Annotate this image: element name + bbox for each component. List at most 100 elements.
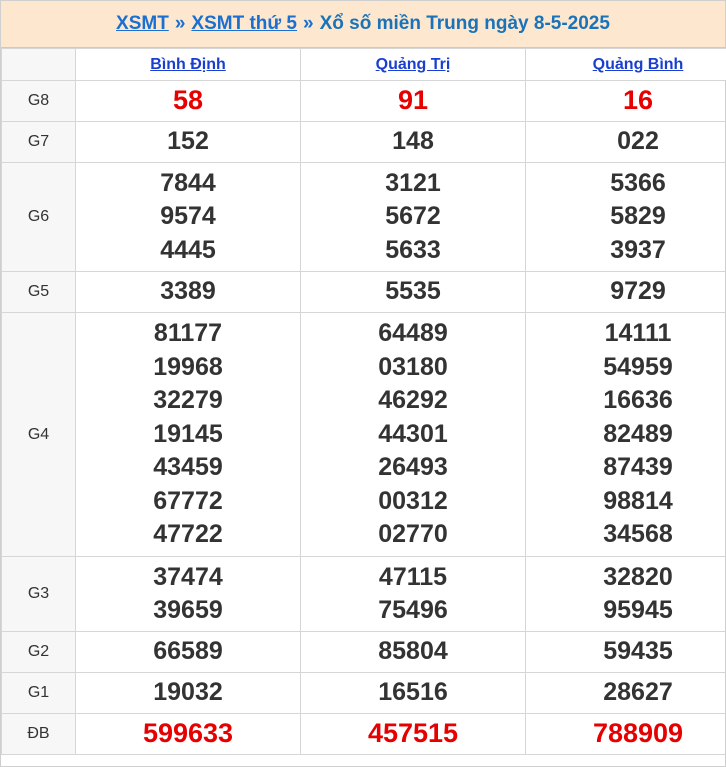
prize-cell: 47115 75496	[300, 556, 526, 632]
prize-number: 46292	[378, 386, 448, 415]
prize-cell: 599633	[75, 713, 301, 755]
breadcrumb-separator: »	[303, 13, 314, 34]
prize-cell: 7844 9574 4445	[75, 162, 301, 272]
prize-number: 599633	[142, 718, 234, 749]
prize-number: 98814	[603, 486, 673, 515]
prize-number: 3937	[610, 235, 666, 264]
prize-number: 16	[622, 85, 654, 116]
prize-label: G6	[1, 162, 76, 272]
prize-row: ĐB 599633 457515 788909	[1, 713, 726, 755]
prize-number: 9574	[160, 202, 216, 231]
prize-cell: 91	[300, 80, 526, 122]
prize-number: 457515	[367, 718, 459, 749]
prize-number: 75496	[378, 596, 448, 624]
prize-cell: 85804	[300, 631, 526, 673]
prize-number: 32279	[153, 386, 223, 415]
prize-number: 37474	[153, 562, 223, 591]
prize-row: G1 19032 16516 28627	[1, 672, 726, 714]
prize-number: 47722	[153, 520, 223, 549]
prize-number: 03180	[378, 352, 448, 381]
province-header: Bình Định	[75, 48, 301, 81]
header-blank-cell	[1, 48, 76, 81]
prize-number: 022	[617, 127, 659, 156]
prize-number: 7844	[160, 168, 216, 197]
prize-cell: 28627	[525, 672, 726, 714]
prize-number: 9729	[610, 277, 666, 306]
province-link-quang-tri[interactable]: Quảng Trị	[376, 56, 451, 73]
province-header: Quảng Trị	[300, 48, 526, 81]
prize-number: 91	[397, 85, 429, 116]
breadcrumb-link-xsmt-thu5[interactable]: XSMT thứ 5	[191, 13, 297, 35]
prize-cell: 59435	[525, 631, 726, 673]
prize-cell: 64489 03180 46292 44301 26493 00312 02770	[300, 312, 526, 557]
prize-cell: 66589	[75, 631, 301, 673]
prize-cell: 16516	[300, 672, 526, 714]
prize-number: 788909	[592, 718, 684, 749]
prize-row: G5 3389 5535 9729	[1, 271, 726, 313]
prize-number: 5829	[610, 202, 666, 231]
prize-cell: 457515	[300, 713, 526, 755]
breadcrumb-link-xsmt[interactable]: XSMT	[116, 13, 169, 35]
prize-number: 44301	[378, 419, 448, 448]
province-header-row: Bình Định Quảng Trị Quảng Bình	[1, 48, 726, 81]
prize-cell: 022	[525, 121, 726, 163]
breadcrumb: XSMT » XSMT thứ 5 » Xổ số miền Trung ngà…	[1, 1, 725, 48]
prize-number: 152	[167, 127, 209, 156]
prize-label: G2	[1, 631, 76, 673]
prize-number: 34568	[603, 520, 673, 549]
prize-number: 00312	[378, 486, 448, 515]
prize-number: 4445	[160, 235, 216, 264]
prize-number: 64489	[378, 319, 448, 348]
prize-number: 19968	[153, 352, 223, 381]
prize-number: 81177	[153, 319, 223, 348]
results-panel: XSMT » XSMT thứ 5 » Xổ số miền Trung ngà…	[0, 0, 726, 767]
prize-cell: 5535	[300, 271, 526, 313]
prize-number: 19145	[153, 419, 223, 448]
prize-cell: 58	[75, 80, 301, 122]
prize-label: ĐB	[1, 713, 76, 755]
prize-cell: 16	[525, 80, 726, 122]
prize-number: 59435	[603, 637, 673, 666]
prize-cell: 32820 95945	[525, 556, 726, 632]
prize-cell: 5366 5829 3937	[525, 162, 726, 272]
prize-label: G4	[1, 312, 76, 557]
province-link-quang-binh[interactable]: Quảng Bình	[593, 56, 684, 73]
prize-number: 16636	[603, 386, 673, 415]
prize-cell: 3121 5672 5633	[300, 162, 526, 272]
prize-number: 85804	[378, 637, 448, 666]
province-header: Quảng Bình	[525, 48, 726, 81]
prize-cell: 14111 54959 16636 82489 87439 98814 34568	[525, 312, 726, 557]
prize-row: G7 152 148 022	[1, 121, 726, 163]
prize-number: 67772	[153, 486, 223, 515]
prize-number: 95945	[603, 596, 673, 624]
prize-number: 148	[392, 127, 434, 156]
prize-row: G6 7844 9574 4445 3121 5672 5633 5366 5829 3937	[1, 162, 726, 272]
prize-number: 16516	[378, 678, 448, 707]
prize-number: 82489	[603, 419, 673, 448]
prize-number: 5672	[385, 202, 441, 231]
prize-label: G5	[1, 271, 76, 313]
prize-number: 58	[172, 85, 204, 116]
prize-label: G1	[1, 672, 76, 714]
prize-row: G8 58 91 16	[1, 80, 726, 122]
page-title: Xổ số miền Trung ngày 8-5-2025	[319, 13, 610, 34]
prize-row: G4 81177 19968 32279 19145 43459 67772 47722 644…	[1, 312, 726, 557]
prize-number: 54959	[603, 352, 673, 381]
prize-number: 39659	[153, 596, 223, 624]
prize-cell: 81177 19968 32279 19145 43459 67772 47722	[75, 312, 301, 557]
prize-cell: 3389	[75, 271, 301, 313]
prize-cell: 152	[75, 121, 301, 163]
prize-label: G8	[1, 80, 76, 122]
province-link-binh-dinh[interactable]: Bình Định	[150, 56, 226, 73]
prize-number: 5535	[385, 277, 441, 306]
prize-cell: 19032	[75, 672, 301, 714]
prize-cell: 37474 39659	[75, 556, 301, 632]
prize-label: G7	[1, 121, 76, 163]
prize-number: 26493	[378, 453, 448, 482]
prize-number: 3389	[160, 277, 216, 306]
prize-number: 3121	[385, 168, 441, 197]
prize-number: 87439	[603, 453, 673, 482]
prize-number: 14111	[604, 319, 672, 348]
prize-number: 66589	[153, 637, 223, 666]
prize-cell: 148	[300, 121, 526, 163]
